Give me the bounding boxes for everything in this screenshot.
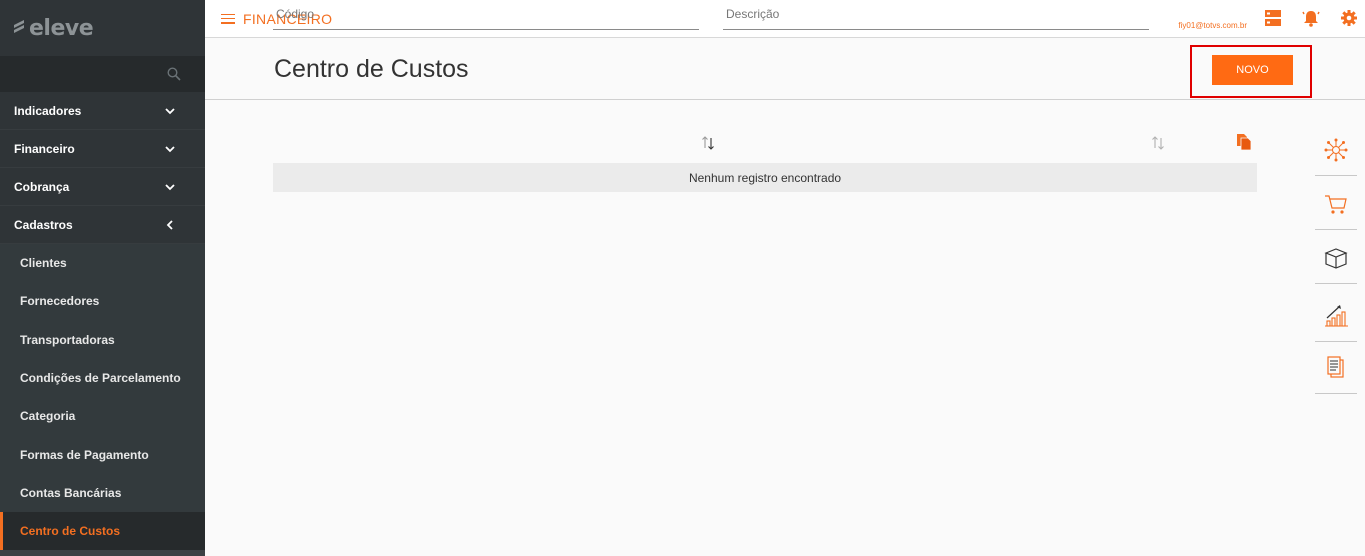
sidebar-item-cadastros[interactable]: Cadastros <box>0 206 205 244</box>
descricao-filter-input[interactable]: Descrição <box>723 0 1149 30</box>
page-title: Centro de Custos <box>274 55 469 83</box>
sidebar-item-label: Cobrança <box>14 179 70 194</box>
sidebar-bottom-edge <box>0 550 205 556</box>
sort-descricao-icon[interactable] <box>1150 135 1166 151</box>
chevron-left-icon <box>166 219 173 230</box>
sidebar-item-label: Indicadores <box>14 103 82 118</box>
documents-icon <box>1327 355 1344 378</box>
sidebar-subitem-formas-pagamento[interactable]: Formas de Pagamento <box>0 435 205 473</box>
sidebar-subitem-clientes[interactable]: Clientes <box>0 244 205 282</box>
rail-box[interactable] <box>1315 232 1357 284</box>
rail-growth[interactable] <box>1315 290 1357 342</box>
sidebar-item-label: Financeiro <box>14 141 75 156</box>
chevron-down-icon <box>165 107 175 114</box>
box-icon <box>1324 247 1348 269</box>
sidebar-subitem-transportadoras[interactable]: Transportadoras <box>0 321 205 359</box>
sidebar-subitem-fornecedores[interactable]: Fornecedores <box>0 282 205 320</box>
brand-logo[interactable]: eleve <box>0 0 205 56</box>
sidebar-item-cobranca[interactable]: Cobrança <box>0 168 205 206</box>
growth-chart-icon <box>1325 304 1348 327</box>
empty-message: Nenhum registro encontrado <box>688 170 842 185</box>
codigo-column-label: Código <box>276 7 315 21</box>
rail-documents[interactable] <box>1315 342 1357 394</box>
sidebar-item-indicadores[interactable]: Indicadores <box>0 92 205 130</box>
codigo-filter-input[interactable]: Código <box>273 0 699 30</box>
page-header: Centro de Custos NOVO <box>205 39 1365 100</box>
bell-icon[interactable] <box>1302 9 1320 27</box>
sidebar-subitem-contas-bancarias[interactable]: Contas Bancárias <box>0 474 205 512</box>
gear-icon[interactable] <box>1340 9 1358 27</box>
descricao-column-label: Descrição <box>726 7 780 21</box>
server-icon[interactable] <box>1264 9 1282 27</box>
sidebar-search[interactable] <box>0 56 205 92</box>
sort-codigo-icon[interactable] <box>700 135 716 151</box>
chevron-down-icon <box>165 183 175 190</box>
empty-state-row: Nenhum registro encontrado <box>273 163 1257 192</box>
sidebar-subitem-centro-custos[interactable]: Centro de Custos <box>0 512 205 551</box>
cart-icon <box>1325 194 1347 214</box>
rail-network[interactable] <box>1315 124 1357 176</box>
user-email[interactable]: fiy01@totvs.com.br <box>1178 21 1247 30</box>
sidebar: eleve Indicadores Financeiro Cobrança Ca… <box>0 0 205 556</box>
sidebar-item-label: Cadastros <box>14 217 73 232</box>
cadastros-submenu: Clientes Fornecedores Transportadoras Co… <box>0 244 205 551</box>
brand-name: eleve <box>29 15 94 41</box>
chevron-down-icon <box>165 145 175 152</box>
sidebar-subitem-categoria[interactable]: Categoria <box>0 397 205 435</box>
hamburger-menu-icon[interactable] <box>221 13 235 24</box>
logo-mark-icon <box>14 20 24 33</box>
sidebar-subitem-condicoes-parcelamento[interactable]: Condições de Parcelamento <box>0 359 205 397</box>
rail-cart[interactable] <box>1315 178 1357 230</box>
novo-button[interactable]: NOVO <box>1212 55 1293 85</box>
search-icon[interactable] <box>167 67 181 81</box>
sidebar-item-financeiro[interactable]: Financeiro <box>0 130 205 168</box>
copy-icon[interactable] <box>1235 133 1253 151</box>
network-icon <box>1324 138 1348 161</box>
